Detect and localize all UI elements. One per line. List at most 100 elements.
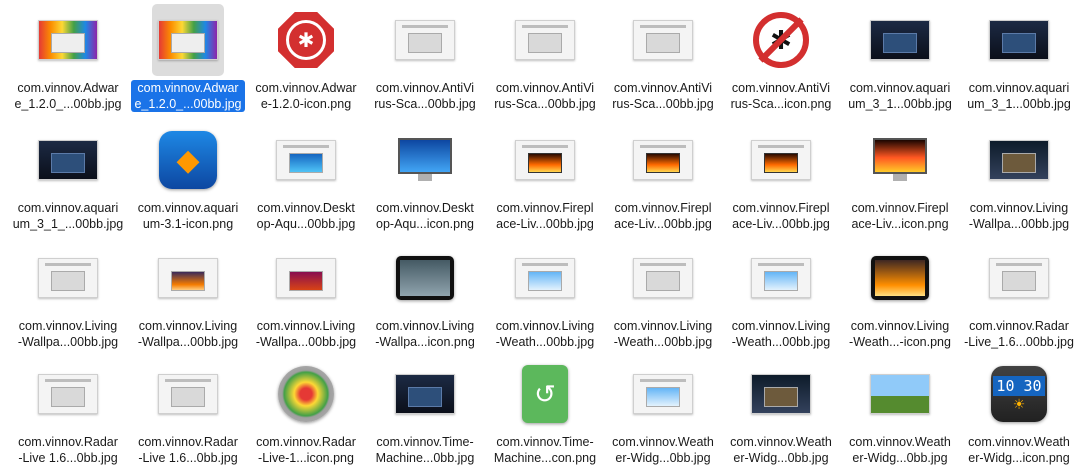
file-thumbnail[interactable] [32, 242, 104, 314]
file-item[interactable]: com.vinnov.Living -Weath...00bb.jpg [486, 240, 604, 356]
file-item[interactable]: ✱ com.vinnov.Adwar e-1.2.0-icon.png [247, 2, 365, 118]
file-thumbnail[interactable] [864, 4, 936, 76]
file-name-label[interactable]: com.vinnov.Deskt op-Aqu...00bb.jpg [254, 200, 359, 232]
file-item[interactable]: com.vinnov.Adwar e_1.2.0_...00bb.jpg [9, 2, 127, 118]
file-item[interactable]: com.vinnov.Firepl ace-Liv...00bb.jpg [722, 122, 840, 238]
file-name-label[interactable]: com.vinnov.Living -Wallpa...00bb.jpg [135, 318, 241, 350]
file-thumbnail[interactable] [983, 124, 1055, 196]
file-name-label[interactable]: com.vinnov.Weath er-Widg...0bb.jpg [609, 434, 717, 466]
file-item[interactable]: com.vinnov.Firepl ace-Liv...00bb.jpg [604, 122, 722, 238]
file-thumbnail[interactable] [509, 4, 581, 76]
file-name-label[interactable]: com.vinnov.Weath er-Widg...0bb.jpg [727, 434, 835, 466]
file-item[interactable]: com.vinnov.Radar -Live-1...icon.png [247, 356, 365, 472]
file-item[interactable]: com.vinnov.Deskt op-Aqu...icon.png [366, 122, 484, 238]
file-thumbnail[interactable] [32, 4, 104, 76]
file-item[interactable]: com.vinnov.Adwar e_1.2.0_...00bb.jpg [129, 2, 247, 118]
file-thumbnail[interactable]: ✱ [745, 4, 817, 76]
file-name-label[interactable]: com.vinnov.Living -Wallpa...00bb.jpg [15, 318, 121, 350]
file-thumbnail[interactable] [270, 242, 342, 314]
file-thumbnail[interactable] [745, 124, 817, 196]
file-item[interactable]: com.vinnov.Living -Weath...00bb.jpg [722, 240, 840, 356]
file-thumbnail[interactable]: 10 30 ☀ [983, 358, 1055, 430]
file-name-label[interactable]: com.vinnov.Living -Weath...00bb.jpg [611, 318, 715, 350]
file-name-label[interactable]: com.vinnov.Weath er-Widg...icon.png [965, 434, 1073, 466]
file-thumbnail[interactable] [745, 358, 817, 430]
file-item[interactable]: com.vinnov.aquari um_3_1_...00bb.jpg [9, 122, 127, 238]
file-thumbnail[interactable]: ↺ [509, 358, 581, 430]
file-thumbnail[interactable] [270, 124, 342, 196]
file-name-label[interactable]: com.vinnov.Firepl ace-Liv...00bb.jpg [493, 200, 597, 232]
file-name-label[interactable]: com.vinnov.Time- Machine...0bb.jpg [373, 434, 478, 466]
file-item[interactable]: com.vinnov.Living -Wallpa...icon.png [366, 240, 484, 356]
file-name-label[interactable]: com.vinnov.aquari um_3_1...00bb.jpg [964, 80, 1074, 112]
file-thumbnail[interactable] [389, 124, 461, 196]
file-name-label[interactable]: com.vinnov.Living -Wallpa...00bb.jpg [253, 318, 359, 350]
file-item[interactable]: com.vinnov.Living -Wallpa...00bb.jpg [247, 240, 365, 356]
file-thumbnail[interactable] [152, 242, 224, 314]
file-thumbnail[interactable] [509, 124, 581, 196]
file-name-label[interactable]: com.vinnov.Living -Wallpa...icon.png [372, 318, 478, 350]
file-thumbnail[interactable] [864, 358, 936, 430]
file-name-label[interactable]: com.vinnov.Time- Machine...con.png [491, 434, 599, 466]
file-name-label[interactable]: com.vinnov.aquari um-3.1-icon.png [135, 200, 242, 232]
file-item[interactable]: com.vinnov.Weath er-Widg...0bb.jpg [604, 356, 722, 472]
file-item[interactable]: com.vinnov.AntiVi rus-Sca...00bb.jpg [366, 2, 484, 118]
file-item[interactable]: com.vinnov.Living -Weath...-icon.png [841, 240, 959, 356]
file-thumbnail[interactable] [32, 124, 104, 196]
file-name-label[interactable]: com.vinnov.Radar -Live 1.6...0bb.jpg [15, 434, 121, 466]
file-item[interactable]: com.vinnov.Radar -Live_1.6...00bb.jpg [960, 240, 1078, 356]
file-item[interactable]: com.vinnov.Radar -Live 1.6...0bb.jpg [9, 356, 127, 472]
file-thumbnail[interactable] [627, 4, 699, 76]
file-name-label[interactable]: com.vinnov.Weath er-Widg...0bb.jpg [846, 434, 954, 466]
file-item[interactable]: com.vinnov.Weath er-Widg...0bb.jpg [722, 356, 840, 472]
file-item[interactable]: com.vinnov.Firepl ace-Liv...00bb.jpg [486, 122, 604, 238]
file-name-label[interactable]: com.vinnov.Adwar e_1.2.0_...00bb.jpg [131, 80, 245, 112]
file-name-label[interactable]: com.vinnov.Living -Wallpa...00bb.jpg [966, 200, 1072, 232]
file-thumbnail[interactable] [745, 242, 817, 314]
file-item[interactable]: com.vinnov.Radar -Live 1.6...0bb.jpg [129, 356, 247, 472]
file-name-label[interactable]: com.vinnov.Radar -Live_1.6...00bb.jpg [961, 318, 1077, 350]
file-name-label[interactable]: com.vinnov.Firepl ace-Liv...00bb.jpg [729, 200, 833, 232]
file-name-label[interactable]: com.vinnov.AntiVi rus-Sca...00bb.jpg [609, 80, 716, 112]
file-item[interactable]: com.vinnov.aquari um_3_1...00bb.jpg [960, 2, 1078, 118]
file-thumbnail[interactable] [627, 242, 699, 314]
file-item[interactable]: com.vinnov.Living -Wallpa...00bb.jpg [960, 122, 1078, 238]
file-thumbnail[interactable] [389, 358, 461, 430]
file-thumbnail[interactable] [152, 358, 224, 430]
file-thumbnail[interactable]: ✱ [270, 4, 342, 76]
file-item[interactable]: com.vinnov.Living -Wallpa...00bb.jpg [9, 240, 127, 356]
file-name-label[interactable]: com.vinnov.Firepl ace-Liv...icon.png [848, 200, 951, 232]
file-item[interactable]: com.vinnov.Living -Weath...00bb.jpg [604, 240, 722, 356]
file-item[interactable]: 10 30 ☀ com.vinnov.Weath er-Widg...icon.png [960, 356, 1078, 472]
file-item[interactable]: com.vinnov.aquari um_3_1...00bb.jpg [841, 2, 959, 118]
file-thumbnail[interactable] [864, 124, 936, 196]
file-name-label[interactable]: com.vinnov.aquari um_3_1...00bb.jpg [845, 80, 955, 112]
file-thumbnail[interactable] [270, 358, 342, 430]
file-item[interactable]: com.vinnov.AntiVi rus-Sca...00bb.jpg [604, 2, 722, 118]
file-name-label[interactable]: com.vinnov.AntiVi rus-Sca...icon.png [728, 80, 835, 112]
file-item[interactable]: com.vinnov.Firepl ace-Liv...icon.png [841, 122, 959, 238]
file-name-label[interactable]: com.vinnov.Adwar e-1.2.0-icon.png [252, 80, 359, 112]
file-thumbnail[interactable] [864, 242, 936, 314]
file-thumbnail[interactable] [627, 124, 699, 196]
file-item[interactable]: com.vinnov.Deskt op-Aqu...00bb.jpg [247, 122, 365, 238]
file-item[interactable]: ✱ com.vinnov.AntiVi rus-Sca...icon.png [722, 2, 840, 118]
file-name-label[interactable]: com.vinnov.Living -Weath...00bb.jpg [493, 318, 597, 350]
file-name-label[interactable]: com.vinnov.Radar -Live-1...icon.png [253, 434, 359, 466]
file-thumbnail[interactable]: ◆ [152, 124, 224, 196]
file-name-label[interactable]: com.vinnov.aquari um_3_1_...00bb.jpg [10, 200, 127, 232]
file-thumbnail[interactable] [389, 242, 461, 314]
file-item[interactable]: ↺ com.vinnov.Time- Machine...con.png [486, 356, 604, 472]
file-thumbnail[interactable] [627, 358, 699, 430]
file-thumbnail[interactable] [152, 4, 224, 76]
file-name-label[interactable]: com.vinnov.Living -Weath...00bb.jpg [729, 318, 833, 350]
file-name-label[interactable]: com.vinnov.AntiVi rus-Sca...00bb.jpg [371, 80, 478, 112]
file-item[interactable]: com.vinnov.Weath er-Widg...0bb.jpg [841, 356, 959, 472]
file-thumbnail[interactable] [983, 242, 1055, 314]
file-name-label[interactable]: com.vinnov.Deskt op-Aqu...icon.png [373, 200, 477, 232]
file-name-label[interactable]: com.vinnov.Firepl ace-Liv...00bb.jpg [611, 200, 715, 232]
file-thumbnail[interactable] [32, 358, 104, 430]
file-item[interactable]: ◆ com.vinnov.aquari um-3.1-icon.png [129, 122, 247, 238]
file-thumbnail[interactable] [509, 242, 581, 314]
file-item[interactable]: com.vinnov.Living -Wallpa...00bb.jpg [129, 240, 247, 356]
